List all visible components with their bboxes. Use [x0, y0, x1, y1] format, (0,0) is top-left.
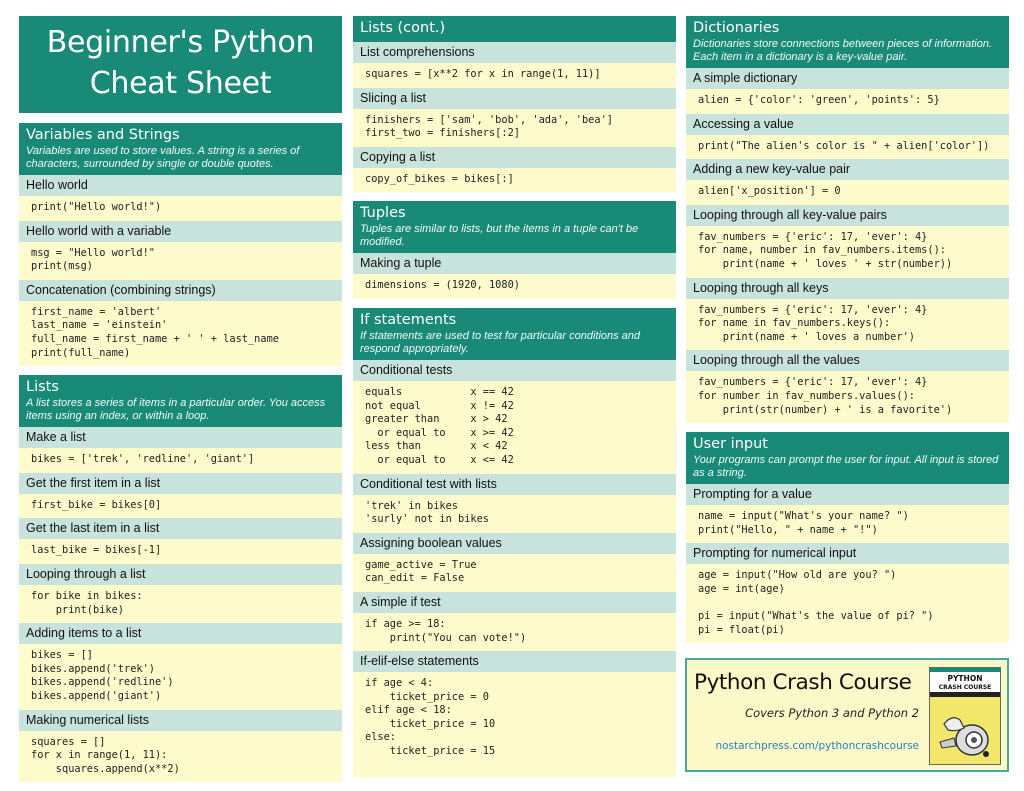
- book-promo: Python Crash Course Covers Python 3 and …: [685, 658, 1009, 772]
- section-title: Dictionaries: [693, 20, 780, 36]
- example-heading: Get the last item in a list: [19, 518, 342, 540]
- section-title: User input: [693, 436, 768, 453]
- code-block: 'trek' in bikes 'surly' not in bikes: [353, 494, 676, 533]
- promo-link[interactable]: nostarchpress.com/pythoncrashcourse: [715, 740, 919, 752]
- code-block: first_name = 'albert' last_name = 'einst…: [19, 300, 342, 367]
- section-description: If statements are used to test for parti…: [360, 329, 641, 355]
- section-description: Your programs can prompt the user for in…: [693, 454, 999, 480]
- column-3: Dictionaries Dictionaries store connecti…: [686, 16, 1009, 652]
- section-title: Lists: [26, 379, 59, 396]
- section-description: Variables are used to store values. A st…: [26, 145, 300, 170]
- example-heading: Assigning boolean values: [353, 532, 676, 554]
- example-heading: Conditional test with lists: [353, 473, 676, 495]
- example-heading: A simple dictionary: [686, 68, 1009, 89]
- example-heading: Hello world with a variable: [19, 220, 342, 242]
- code-block: equals x == 42 not equal x != 42 greater…: [353, 380, 676, 474]
- example-heading: Looping through a list: [19, 563, 342, 585]
- section-user-input: User input Your programs can prompt the …: [686, 432, 1009, 644]
- code-block: squares = [] for x in range(1, 11): squa…: [19, 730, 342, 783]
- section-lists: Lists A list stores a series of items in…: [19, 375, 342, 783]
- section-description: Tuples are similar to lists, but the ite…: [360, 223, 639, 249]
- code-block: finishers = ['sam', 'bob', 'ada', 'bea']…: [353, 108, 676, 147]
- code-block: alien = {'color': 'green', 'points': 5}: [686, 89, 1009, 114]
- code-block: age = input("How old are you? ") age = i…: [686, 564, 1009, 644]
- page-title-line-1: Beginner's Python: [46, 25, 315, 60]
- example-heading: Make a list: [19, 427, 342, 449]
- code-block: print("Hello world!"): [19, 196, 342, 221]
- code-block: bikes = [] bikes.append('trek') bikes.ap…: [19, 644, 342, 710]
- example-heading: Prompting for a value: [686, 484, 1009, 506]
- example-heading: If-elif-else statements: [353, 651, 676, 673]
- code-block: first_bike = bikes[0]: [19, 493, 342, 519]
- section-tuples: Tuples Tuples are similar to lists, but …: [353, 201, 676, 299]
- code-block: name = input("What's your name? ") print…: [686, 505, 1009, 544]
- example-heading: Slicing a list: [353, 87, 676, 109]
- code-block: fav_numbers = {'eric': 17, 'ever': 4} fo…: [686, 225, 1009, 278]
- example-heading: List comprehensions: [353, 42, 676, 63]
- example-heading: Making numerical lists: [19, 709, 342, 731]
- page-title-line-2: Cheat Sheet: [89, 66, 272, 101]
- section-variables-strings: Variables and Strings Variables are used…: [19, 123, 342, 367]
- example-heading: Looping through all key-value pairs: [686, 204, 1009, 226]
- example-heading: Making a tuple: [353, 253, 676, 275]
- code-block: game_active = True can_edit = False: [353, 553, 676, 592]
- example-heading: A simple if test: [353, 591, 676, 613]
- code-block: alien['x_position'] = 0: [686, 180, 1009, 205]
- example-heading: Adding a new key-value pair: [686, 159, 1009, 181]
- code-block: fav_numbers = {'eric': 17, 'ever': 4} fo…: [686, 298, 1009, 351]
- section-title: Tuples: [360, 205, 406, 222]
- section-description: Dictionaries store connections between p…: [693, 38, 992, 63]
- section-title: Lists (cont.): [360, 20, 446, 36]
- section-description: A list stores a series of items in a par…: [26, 397, 326, 423]
- example-heading: Hello world: [19, 175, 342, 196]
- code-block: last_bike = bikes[-1]: [19, 539, 342, 564]
- code-block: msg = "Hello world!" print(msg): [19, 241, 342, 280]
- code-block: dimensions = (1920, 1080): [353, 274, 676, 299]
- book-cover-title: PYTHON CRASH COURSE: [930, 672, 1000, 692]
- section-lists-cont: Lists (cont.) List comprehensions square…: [353, 16, 676, 193]
- column-2: Lists (cont.) List comprehensions square…: [353, 16, 676, 786]
- example-heading: Looping through all the values: [686, 350, 1009, 372]
- example-heading: Prompting for numerical input: [686, 543, 1009, 565]
- example-heading: Accessing a value: [686, 113, 1009, 135]
- example-heading: Concatenation (combining strings): [19, 279, 342, 301]
- code-block: print("The alien's color is " + alien['c…: [686, 134, 1009, 160]
- column-1: Beginner's Python Cheat Sheet Variables …: [19, 16, 342, 791]
- example-heading: Adding items to a list: [19, 623, 342, 645]
- example-heading: Get the first item in a list: [19, 472, 342, 494]
- section-title: If statements: [360, 311, 457, 328]
- example-heading: Conditional tests: [353, 359, 676, 381]
- code-block: copy_of_bikes = bikes[:]: [353, 167, 676, 193]
- page-title: Beginner's Python Cheat Sheet: [19, 16, 342, 113]
- code-block: fav_numbers = {'eric': 17, 'ever': 4} fo…: [686, 371, 1009, 424]
- example-heading: Copying a list: [353, 146, 676, 168]
- promo-title: Python Crash Course: [694, 670, 912, 695]
- code-block: squares = [x**2 for x in range(1, 11)]: [353, 63, 676, 88]
- promo-subtitle: Covers Python 3 and Python 2: [745, 706, 919, 720]
- robot-illustration-icon: [939, 717, 989, 757]
- example-heading: Looping through all keys: [686, 277, 1009, 299]
- section-dictionaries: Dictionaries Dictionaries store connecti…: [686, 16, 1009, 424]
- section-if-statements: If statements If statements are used to …: [353, 307, 676, 777]
- section-title: Variables and Strings: [26, 127, 180, 143]
- code-block: bikes = ['trek', 'redline', 'giant']: [19, 448, 342, 473]
- book-cover-image: PYTHON CRASH COURSE: [929, 667, 1001, 765]
- code-block: for bike in bikes: print(bike): [19, 584, 342, 624]
- code-block: if age < 4: ticket_price = 0 elif age < …: [353, 672, 676, 777]
- code-block: if age >= 18: print("You can vote!"): [353, 612, 676, 652]
